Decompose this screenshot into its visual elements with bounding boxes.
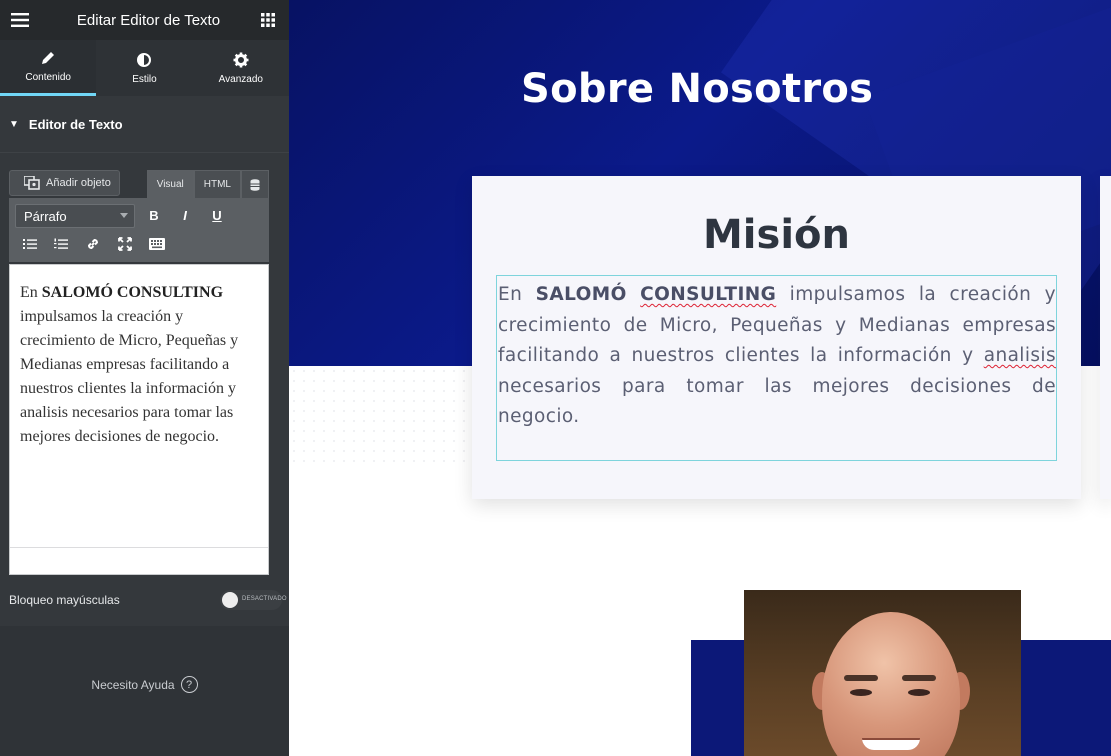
chevron-down-icon (120, 213, 128, 218)
section-toggle-editor-de-texto[interactable]: ▼ Editor de Texto (0, 97, 289, 153)
section-heading[interactable]: Sobre Nosotros (521, 66, 873, 112)
panel-title: Editar Editor de Texto (76, 11, 221, 29)
tab-visual[interactable]: Visual (146, 170, 194, 198)
card-text-bold-2: CONSULTING (640, 284, 777, 305)
tab-estilo[interactable]: Estilo (96, 40, 192, 96)
bullet-list-icon[interactable] (19, 233, 41, 255)
photo-detail (862, 738, 920, 750)
help-label: Necesito Ayuda (91, 677, 175, 692)
dynamic-tags-database-icon[interactable] (241, 170, 269, 198)
caps-lock-label: Bloqueo mayúsculas (9, 593, 120, 607)
team-member-photo[interactable] (744, 590, 1021, 756)
panel-header: Editar Editor de Texto (0, 0, 289, 40)
mission-card[interactable]: Misión En SALOMÓ CONSULTING impulsamos l… (472, 176, 1081, 499)
fullscreen-icon[interactable] (114, 233, 136, 255)
caps-lock-row: Bloqueo mayúsculas DESACTIVADO (9, 586, 289, 614)
next-card-edge (1100, 176, 1111, 499)
page-canvas: Sobre Nosotros Misión En SALOMÓ CONSULTI… (289, 0, 1111, 756)
media-row: Añadir objeto Visual HTML (9, 170, 269, 198)
section-title: Editor de Texto (28, 117, 123, 132)
card-text-end: necesarios para tomar las mejores decisi… (498, 375, 1056, 428)
widgets-grid-icon[interactable] (257, 0, 279, 40)
pencil-icon (42, 52, 55, 64)
panel-tabs: Contenido Estilo Avanzado (0, 40, 289, 96)
card-title[interactable]: Misión (472, 212, 1081, 258)
editor-mode-tabs: Visual HTML (146, 170, 269, 198)
card-text-editing[interactable]: En SALOMÓ CONSULTING impulsamos la creac… (496, 275, 1057, 461)
format-select[interactable]: Párrafo (15, 204, 135, 228)
text-editor-area[interactable]: En SALOMÓ CONSULTING impulsamos la creac… (9, 264, 269, 575)
photo-detail (850, 689, 872, 696)
tab-contenido[interactable]: Contenido (0, 40, 97, 96)
editor-text-prefix: En (20, 284, 42, 301)
card-text-misspelled: analisis (983, 345, 1056, 366)
add-media-label: Añadir objeto (46, 177, 111, 189)
add-media-icon (24, 176, 40, 190)
tab-label: Estilo (132, 73, 157, 85)
card-text-prefix: En (498, 284, 536, 305)
editor-text-bold: SALOMÓ CONSULTING (41, 284, 224, 301)
editor-statusbar (10, 547, 268, 574)
gear-icon (233, 52, 249, 67)
editor-toolbar: Párrafo B I U (9, 198, 269, 262)
card-text-bold-1: SALOMÓ (535, 284, 627, 305)
photo-detail (822, 612, 960, 756)
format-select-value: Párrafo (24, 208, 67, 224)
dot-pattern (289, 366, 469, 466)
editor-text-rest: impulsamos la creación y crecimiento de … (20, 308, 239, 445)
toggle-state-text: DESACTIVADO (242, 596, 287, 602)
menu-icon[interactable] (0, 0, 40, 40)
photo-detail (908, 689, 930, 696)
link-icon[interactable] (82, 233, 104, 255)
editor-content[interactable]: En SALOMÓ CONSULTING impulsamos la creac… (10, 265, 268, 449)
caps-lock-toggle[interactable]: DESACTIVADO (220, 590, 287, 610)
photo-detail (844, 675, 878, 681)
caret-down-icon: ▼ (9, 119, 19, 130)
editor-panel: Editar Editor de Texto Contenido Estilo … (0, 0, 289, 756)
keyboard-icon[interactable] (146, 233, 168, 255)
tab-html[interactable]: HTML (193, 170, 241, 198)
tab-avanzado[interactable]: Avanzado (193, 40, 289, 96)
underline-button[interactable]: U (206, 204, 228, 226)
panel-footer: Necesito Ayuda ? (0, 626, 289, 756)
photo-detail (902, 675, 936, 681)
help-link[interactable]: Necesito Ayuda ? (0, 676, 289, 693)
add-media-button[interactable]: Añadir objeto (9, 170, 120, 196)
half-circle-icon (137, 52, 152, 67)
tab-label: Contenido (25, 72, 71, 83)
toggle-knob (222, 592, 238, 608)
italic-button[interactable]: I (174, 204, 196, 226)
bold-button[interactable]: B (143, 204, 165, 226)
numbered-list-icon[interactable] (50, 233, 72, 255)
tab-label: Avanzado (218, 73, 263, 85)
question-circle-icon: ? (180, 676, 198, 693)
